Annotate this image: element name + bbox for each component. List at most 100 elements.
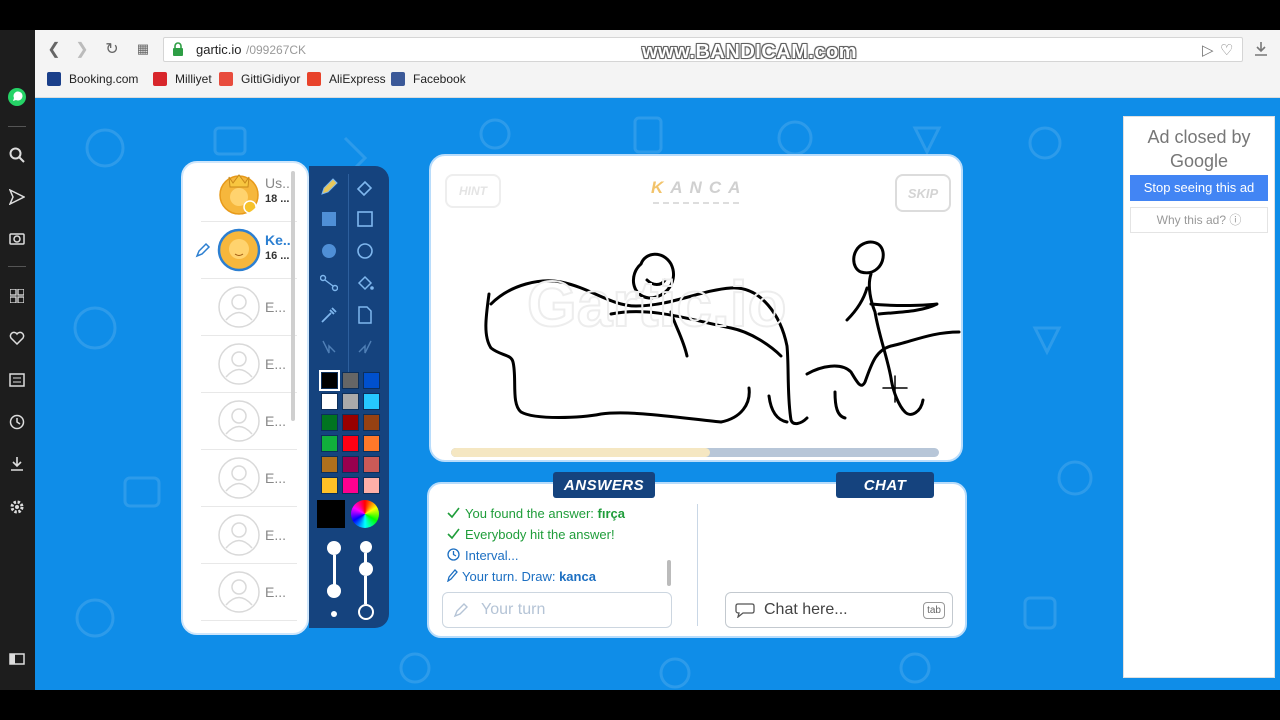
check-icon: [447, 527, 465, 542]
ad-closed-title: Ad closed by Google: [1124, 125, 1274, 173]
circle-tool-icon[interactable]: [349, 236, 381, 266]
forward-icon[interactable]: ❯: [71, 38, 93, 60]
color-swatch[interactable]: [363, 393, 380, 410]
share-icon[interactable]: ▷: [1202, 41, 1214, 59]
color-swatch[interactable]: [342, 393, 359, 410]
player-row[interactable]: E...: [183, 507, 301, 564]
send-icon[interactable]: [6, 186, 28, 208]
pencil-tool-icon[interactable]: [313, 172, 345, 202]
rect-tool-icon[interactable]: [349, 204, 381, 234]
color-swatch[interactable]: [319, 370, 340, 391]
player-row[interactable]: E...: [183, 450, 301, 507]
bookmark-aliexpress[interactable]: AliExpress: [307, 72, 386, 86]
player-name: E...: [265, 584, 287, 600]
brush-size-slider-handle[interactable]: [327, 541, 341, 555]
color-swatch[interactable]: [342, 414, 359, 431]
round-timer-bar: [451, 448, 939, 457]
brush-size-slider-track[interactable]: [333, 555, 336, 585]
bookmark-milliyet[interactable]: Milliyet: [153, 72, 212, 86]
address-bar[interactable]: gartic.io /099267CK www.BANDICAM.com ▷ ♡: [163, 37, 1243, 63]
redo-tool-icon[interactable]: [349, 332, 381, 362]
player-name: Ke...: [265, 232, 295, 248]
whatsapp-icon[interactable]: [6, 86, 28, 108]
answer-log-line: Interval...: [447, 548, 518, 563]
bookmark-gittigidiyor[interactable]: GittiGidiyor: [219, 72, 300, 86]
bookmark-label: Milliyet: [175, 72, 212, 86]
heart-icon[interactable]: [6, 327, 28, 349]
opacity-slider-handle[interactable]: [359, 562, 373, 576]
color-swatch[interactable]: [363, 414, 380, 431]
stop-seeing-ad-button[interactable]: Stop seeing this ad: [1130, 175, 1268, 201]
apps-icon[interactable]: [6, 285, 28, 307]
chat-input[interactable]: Chat here... tab: [725, 592, 953, 628]
why-this-ad-button[interactable]: Why this ad? ⓘ: [1130, 207, 1268, 233]
bookmark-facebook[interactable]: Facebook: [391, 72, 466, 86]
color-swatch[interactable]: [342, 477, 359, 494]
players-scrollbar[interactable]: [291, 171, 295, 421]
settings-icon[interactable]: [6, 496, 28, 518]
color-swatch[interactable]: [363, 372, 380, 389]
pencil-icon: [446, 569, 462, 584]
downloads-icon[interactable]: [1250, 38, 1272, 60]
download-icon[interactable]: [6, 453, 28, 475]
canvas-logo-watermark: Gartic.io: [527, 268, 787, 340]
opacity-slider-track[interactable]: [364, 576, 367, 604]
tabs-grid-icon[interactable]: ▦: [132, 38, 154, 60]
empty-avatar-icon: [218, 343, 260, 385]
drawing-toolbar: [309, 166, 389, 628]
answers-tab[interactable]: ANSWERS: [553, 472, 655, 498]
player-name: E...: [265, 527, 287, 543]
drawing-canvas[interactable]: Gartic.io: [431, 156, 965, 456]
player-row[interactable]: E...: [183, 564, 301, 621]
new-page-tool-icon[interactable]: [349, 300, 381, 330]
color-swatch[interactable]: [321, 477, 338, 494]
brush-size-slider-handle[interactable]: [327, 584, 341, 598]
history-icon[interactable]: [6, 411, 28, 433]
browser-toolbar: ❮ ❯ ↻ ▦ gartic.io /099267CK www.BANDICAM…: [35, 30, 1280, 98]
player-row[interactable]: E...: [183, 279, 301, 336]
line-tool-icon[interactable]: [313, 268, 345, 298]
browser-sidebar: [0, 30, 35, 690]
answers-chat-divider: [697, 504, 698, 626]
back-icon[interactable]: ❮: [43, 38, 65, 60]
empty-avatar-icon: [218, 457, 260, 499]
players-list: Us... 18 ... Ke... 16 ... E... E... E... E... E.…: [181, 161, 309, 635]
opacity-max-dot: [358, 604, 374, 620]
facebook-icon: [391, 72, 405, 86]
search-icon[interactable]: [6, 144, 28, 166]
color-swatch[interactable]: [363, 435, 380, 452]
color-swatch[interactable]: [321, 456, 338, 473]
undo-tool-icon[interactable]: [313, 332, 345, 362]
color-swatch[interactable]: [321, 414, 338, 431]
color-swatch[interactable]: [321, 435, 338, 452]
player-row[interactable]: Us... 18 ...: [183, 165, 301, 222]
lock-icon: [173, 42, 183, 56]
color-swatch[interactable]: [342, 435, 359, 452]
bookmark-heart-icon[interactable]: ♡: [1220, 41, 1233, 59]
opacity-slider-handle[interactable]: [360, 541, 372, 553]
color-swatch[interactable]: [321, 393, 338, 410]
color-picker-icon[interactable]: [351, 500, 379, 528]
player-row[interactable]: E...: [183, 393, 301, 450]
fill-bucket-tool-icon[interactable]: [349, 268, 381, 298]
camera-icon[interactable]: [6, 227, 28, 249]
eraser-tool-icon[interactable]: [349, 172, 381, 202]
player-row[interactable]: Ke... 16 ...: [183, 222, 301, 279]
filled-circle-tool-icon[interactable]: [313, 236, 345, 266]
answers-scrollbar[interactable]: [667, 560, 671, 586]
color-swatch[interactable]: [363, 477, 380, 494]
eyedropper-tool-icon[interactable]: [313, 300, 345, 330]
color-swatch[interactable]: [342, 372, 359, 389]
panel-toggle-icon[interactable]: [6, 648, 28, 670]
reload-icon[interactable]: ↻: [101, 38, 123, 60]
drawing-pencil-icon: [195, 242, 211, 258]
color-swatch[interactable]: [363, 456, 380, 473]
color-swatch[interactable]: [342, 456, 359, 473]
filled-rect-tool-icon[interactable]: [313, 204, 345, 234]
bookmark-booking-com[interactable]: Booking.com: [47, 72, 138, 86]
news-icon[interactable]: [6, 369, 28, 391]
answer-input[interactable]: Your turn: [442, 592, 672, 628]
player-row[interactable]: E...: [183, 336, 301, 393]
empty-avatar-icon: [218, 514, 260, 556]
chat-tab[interactable]: CHAT: [836, 472, 934, 498]
